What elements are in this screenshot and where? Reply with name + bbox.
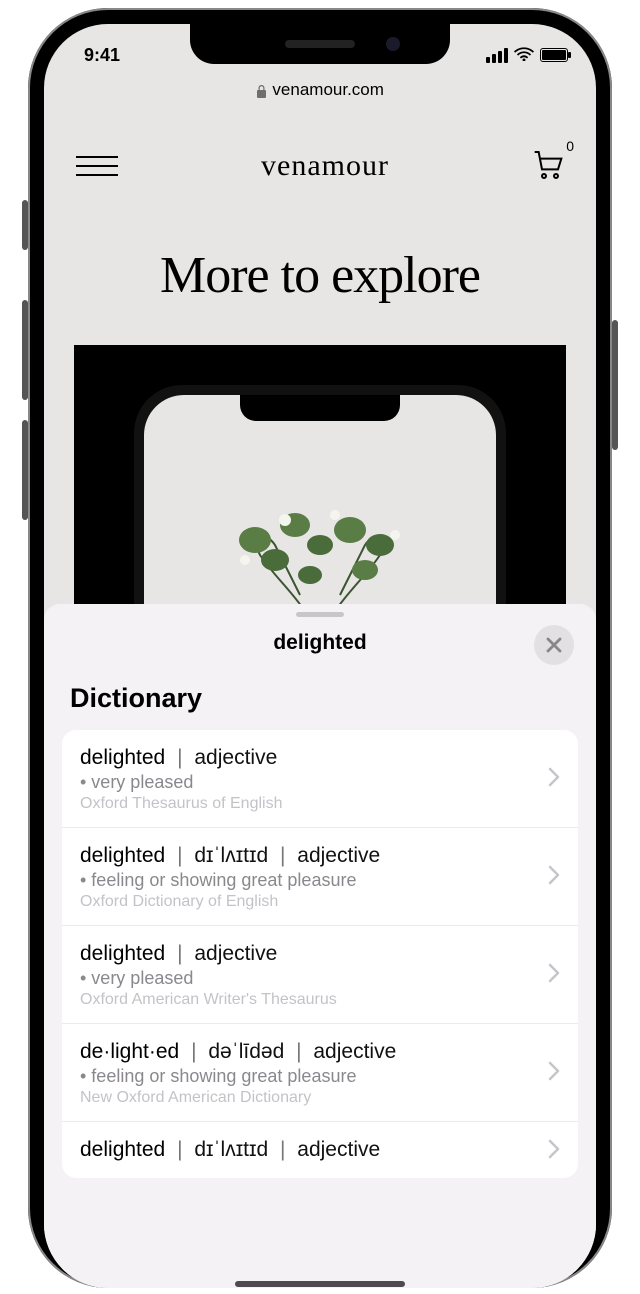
chevron-right-icon (548, 767, 560, 792)
close-button[interactable] (534, 625, 574, 665)
notch (190, 24, 450, 64)
cart-count: 0 (566, 138, 574, 154)
entry-pronunciation: dɪˈlʌɪtɪd (194, 1138, 268, 1161)
entry-source: Oxford American Writer's Thesaurus (80, 991, 538, 1009)
entry-definition: • very pleased (80, 968, 538, 989)
close-icon (545, 636, 563, 654)
cart-icon (532, 148, 564, 180)
sheet-title: delighted (273, 631, 366, 655)
home-indicator[interactable] (235, 1281, 405, 1287)
battery-icon (540, 48, 568, 62)
lock-icon (256, 84, 270, 98)
url-bar[interactable]: venamour.com (44, 80, 596, 100)
entry-part-of-speech: adjective (297, 1138, 380, 1161)
entry-source: New Oxford American Dictionary (80, 1089, 538, 1107)
dictionary-entry[interactable]: delighted | adjective• very pleasedOxfor… (62, 730, 578, 828)
entry-definition: • very pleased (80, 772, 538, 793)
lookup-sheet: delighted Dictionary delighted | adjecti… (44, 604, 596, 1288)
url-domain: venamour.com (272, 80, 384, 99)
entry-part-of-speech: adjective (297, 844, 380, 867)
entry-word: de·light·ed (80, 1040, 179, 1063)
entry-word: delighted (80, 942, 165, 965)
chevron-right-icon (548, 963, 560, 988)
entry-definition: • feeling or showing great pleasure (80, 1066, 538, 1087)
entry-word: delighted (80, 844, 165, 867)
wifi-icon (514, 45, 534, 66)
dictionary-card: delighted | adjective• very pleasedOxfor… (62, 730, 578, 1178)
chevron-right-icon (548, 865, 560, 890)
entry-definition: • feeling or showing great pleasure (80, 870, 538, 891)
entry-part-of-speech: adjective (194, 942, 277, 965)
entry-source: Oxford Dictionary of English (80, 893, 538, 911)
entry-word: delighted (80, 746, 165, 769)
signal-icon (486, 48, 508, 63)
brand-logo[interactable]: venamour (261, 149, 389, 183)
chevron-right-icon (548, 1061, 560, 1086)
dictionary-entry[interactable]: delighted | dɪˈlʌɪtɪd | adjective (62, 1122, 578, 1178)
entry-word: delighted (80, 1138, 165, 1161)
entry-source: Oxford Thesaurus of English (80, 795, 538, 813)
section-title: Dictionary (44, 675, 596, 730)
chevron-right-icon (548, 1139, 560, 1164)
hero-heading: More to explore (64, 246, 576, 305)
cart-button[interactable]: 0 (532, 148, 564, 185)
phone-frame: 9:41 venamour.com venamo (28, 8, 612, 1288)
entry-part-of-speech: adjective (194, 746, 277, 769)
sheet-grabber[interactable] (296, 612, 344, 617)
hamburger-icon[interactable] (76, 156, 118, 176)
dictionary-entry[interactable]: delighted | adjective• very pleasedOxfor… (62, 926, 578, 1024)
entry-pronunciation: dɪˈlʌɪtɪd (194, 844, 268, 867)
entry-pronunciation: dəˈlīdəd (208, 1040, 284, 1063)
dictionary-entry[interactable]: delighted | dɪˈlʌɪtɪd | adjective• feeli… (62, 828, 578, 926)
entry-part-of-speech: adjective (313, 1040, 396, 1063)
status-time: 9:41 (84, 45, 120, 66)
dictionary-entry[interactable]: de·light·ed | dəˈlīdəd | adjective• feel… (62, 1024, 578, 1122)
